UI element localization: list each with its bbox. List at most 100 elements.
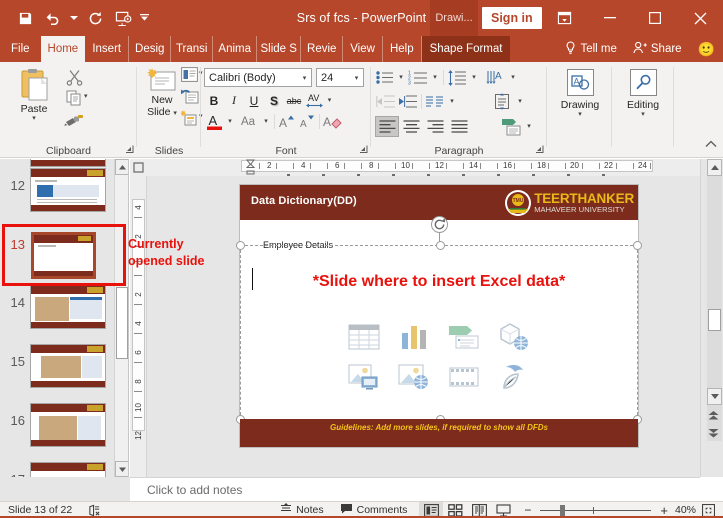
section-icon[interactable] <box>181 110 198 126</box>
canvas-scroll-thumb[interactable] <box>708 309 721 331</box>
insert-3d-model-icon[interactable] <box>499 322 529 354</box>
resize-handle-top-left[interactable] <box>236 241 245 250</box>
editing-dropdown-icon[interactable]: ▾ <box>641 111 645 118</box>
tab-home[interactable]: Home <box>40 36 86 62</box>
tab-design[interactable]: Desig <box>129 36 172 62</box>
editing-button[interactable]: Editing ▾ <box>622 69 664 118</box>
character-spacing-icon[interactable]: AV <box>304 91 324 110</box>
scroll-down-button[interactable] <box>707 388 722 405</box>
insert-icons-icon[interactable] <box>499 364 529 393</box>
thumbnail-scroll-down-button[interactable] <box>115 461 128 477</box>
font-name-dropdown-icon[interactable]: ▾ <box>298 74 311 82</box>
thumbnail-scroll-up-button[interactable] <box>115 159 128 175</box>
columns-dropdown-icon[interactable]: ▾ <box>446 92 458 111</box>
canvas-scrollbar[interactable] <box>700 159 723 477</box>
resize-handle-top-right[interactable] <box>633 241 642 250</box>
horizontal-ruler[interactable]: 2 4 6 8 10 12 14 16 18 20 22 24 <box>147 159 700 178</box>
customize-quick-access-icon[interactable] <box>138 5 150 31</box>
tab-review[interactable]: Revie <box>301 36 344 62</box>
list-item[interactable]: 16 <box>0 403 113 447</box>
tab-file[interactable]: File <box>0 36 41 62</box>
scroll-up-button[interactable] <box>707 159 722 176</box>
paste-button[interactable]: Paste ▾ <box>8 68 60 122</box>
redo-icon[interactable] <box>82 5 108 31</box>
restore-icon[interactable] <box>632 0 677 36</box>
italic-button[interactable]: I <box>224 91 244 110</box>
decrease-font-size-button[interactable]: A <box>297 112 317 131</box>
insert-stock-images-icon[interactable] <box>348 364 380 393</box>
change-case-dropdown-icon[interactable]: ▾ <box>260 112 272 131</box>
rotate-handle-icon[interactable] <box>431 216 448 233</box>
paragraph-dialog-launcher[interactable] <box>534 145 545 156</box>
line-spacing-dropdown-icon[interactable]: ▾ <box>468 68 480 87</box>
tab-shape-format[interactable]: Shape Format <box>421 36 511 62</box>
font-size-input[interactable]: 24 ▾ <box>316 68 364 87</box>
tab-slide-show[interactable]: Slide S <box>257 36 302 62</box>
contextual-tab-drawing[interactable]: Drawi... <box>430 0 478 36</box>
align-right-button[interactable] <box>423 117 447 136</box>
insert-table-icon[interactable] <box>348 324 380 353</box>
insert-online-pictures-icon[interactable] <box>398 364 430 393</box>
start-from-beginning-icon[interactable] <box>110 5 136 31</box>
insert-chart-icon[interactable] <box>400 324 428 353</box>
list-item[interactable]: 15 <box>0 344 113 388</box>
thumbnail-scrollbar[interactable] <box>114 159 128 477</box>
decrease-indent-icon[interactable] <box>375 92 397 111</box>
align-text-icon[interactable] <box>490 92 514 111</box>
font-dialog-launcher[interactable] <box>358 145 369 156</box>
collapse-ribbon-icon[interactable] <box>705 140 717 151</box>
insert-smartart-icon[interactable] <box>448 325 480 352</box>
slide-canvas[interactable]: Data Dictionary(DD) TMU TEERTHANKER MAHA… <box>147 176 700 477</box>
minimize-icon[interactable] <box>587 0 632 36</box>
current-slide[interactable]: Data Dictionary(DD) TMU TEERTHANKER MAHA… <box>236 185 642 447</box>
next-slide-button[interactable] <box>707 427 720 439</box>
strikethrough-button[interactable]: abc <box>284 91 304 110</box>
layout-icon[interactable] <box>181 67 198 82</box>
slide-thumbnail-pane[interactable]: 12 13 14 15 16 <box>0 159 129 477</box>
share-button[interactable]: Share <box>625 36 690 62</box>
columns-icon[interactable] <box>424 92 446 111</box>
zoom-slider-handle[interactable] <box>560 504 566 516</box>
cut-icon[interactable] <box>66 69 83 86</box>
font-color-button[interactable]: A <box>204 112 224 131</box>
tell-me-button[interactable]: Tell me <box>557 36 624 62</box>
drawing-button[interactable]: A Drawing ▾ <box>557 69 603 118</box>
slide-title[interactable]: Data Dictionary(DD) <box>251 195 357 207</box>
text-direction-icon[interactable]: A <box>485 68 507 87</box>
vertical-ruler[interactable]: 4 2 2 4 6 8 10 12 <box>130 159 147 477</box>
list-item[interactable] <box>0 159 113 167</box>
line-spacing-icon[interactable] <box>446 68 468 87</box>
clipboard-dialog-launcher[interactable] <box>124 145 135 156</box>
tab-animations[interactable]: Anima <box>213 36 258 62</box>
copy-icon[interactable] <box>66 90 82 106</box>
align-center-button[interactable] <box>399 117 423 136</box>
text-shadow-button[interactable]: S <box>264 91 284 110</box>
clear-formatting-icon[interactable]: A <box>322 112 342 131</box>
insert-video-icon[interactable] <box>449 365 479 392</box>
paste-dropdown-icon[interactable]: ▾ <box>32 115 36 122</box>
notes-pane[interactable]: Click to add notes <box>130 477 700 501</box>
increase-font-size-button[interactable]: A <box>277 112 297 131</box>
sign-in-button[interactable]: Sign in <box>482 7 542 29</box>
tab-view[interactable]: View <box>343 36 383 62</box>
ribbon-display-options-icon[interactable] <box>542 0 587 36</box>
resize-handle-top-center[interactable] <box>436 241 445 250</box>
change-case-button[interactable]: Aa <box>236 112 260 131</box>
numbering-dropdown-icon[interactable]: ▾ <box>429 68 441 87</box>
character-spacing-dropdown-icon[interactable]: ▾ <box>324 91 335 110</box>
save-icon[interactable] <box>12 5 38 31</box>
convert-to-smartart-icon[interactable] <box>499 117 523 136</box>
font-size-dropdown-icon[interactable]: ▾ <box>350 74 363 82</box>
bold-button[interactable]: B <box>204 91 224 110</box>
list-item[interactable]: 17 <box>0 462 113 477</box>
list-item[interactable]: 12 <box>0 168 113 212</box>
font-name-input[interactable]: Calibri (Body) ▾ <box>204 68 312 87</box>
reset-icon[interactable] <box>181 88 199 104</box>
tab-transitions[interactable]: Transi <box>171 36 214 62</box>
previous-slide-button[interactable] <box>707 409 720 421</box>
undo-icon[interactable] <box>40 5 66 31</box>
close-icon[interactable] <box>677 0 723 36</box>
new-slide-button[interactable]: New Slide ▾ <box>141 68 183 119</box>
format-painter-icon[interactable] <box>64 111 84 129</box>
convert-to-smartart-dropdown-icon[interactable]: ▾ <box>523 117 535 136</box>
